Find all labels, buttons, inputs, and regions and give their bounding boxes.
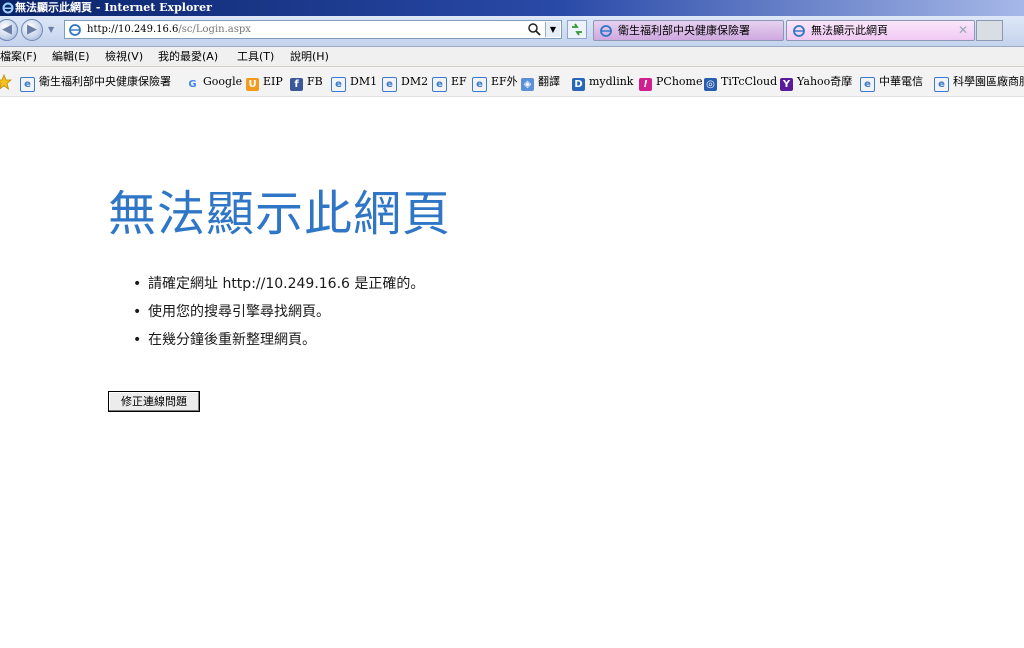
menu-favorites[interactable]: 我的最愛(A) bbox=[158, 47, 218, 66]
favorite-link[interactable]: e EF bbox=[432, 67, 467, 96]
close-icon[interactable]: ✕ bbox=[958, 21, 968, 40]
favorite-label: Google bbox=[203, 75, 243, 88]
favorite-link[interactable]: e DM2 bbox=[382, 67, 428, 96]
address-path: /sc/Login.aspx bbox=[178, 24, 251, 35]
favorite-link[interactable]: Y Yahoo奇摩 bbox=[780, 67, 852, 96]
ie-page-icon: e bbox=[472, 77, 487, 92]
refresh-arrows-icon bbox=[572, 23, 582, 36]
favorite-label: EF外 bbox=[491, 75, 518, 88]
favorites-bar: e 衛生福利部中央健康保險署 G Google U EIP f FB e DM1 e DM2… bbox=[0, 67, 1024, 97]
favorite-label: FB bbox=[307, 75, 323, 88]
eip-icon: U bbox=[246, 78, 259, 91]
favorite-link[interactable]: f FB bbox=[290, 67, 323, 96]
menu-bar: 檔案(F) 編輯(E) 檢視(V) 我的最愛(A) 工具(T) 說明(H) bbox=[0, 47, 1024, 67]
google-icon: G bbox=[188, 79, 197, 90]
tab-label: 衛生福利部中央健康保險署 bbox=[618, 24, 750, 37]
address-host: http://10.249.16.6 bbox=[87, 24, 179, 35]
favorite-label: PChome bbox=[656, 75, 703, 88]
menu-file[interactable]: 檔案(F) bbox=[0, 47, 37, 66]
menu-edit[interactable]: 編輯(E) bbox=[52, 47, 90, 66]
favorite-label: EF bbox=[451, 75, 467, 88]
tab-label: 無法顯示此網頁 bbox=[811, 24, 888, 37]
troubleshooting-tips: 請確定網址 http://10.249.16.6 是正確的。 使用您的搜尋引擎尋… bbox=[133, 270, 424, 354]
favorite-label: mydlink bbox=[589, 75, 634, 88]
recent-pages-dropdown-icon[interactable]: ▼ bbox=[48, 25, 54, 34]
chevron-down-icon: ▼ bbox=[549, 25, 557, 34]
dlink-icon: D bbox=[572, 78, 585, 91]
ie-page-icon bbox=[793, 25, 805, 37]
menu-view[interactable]: 檢視(V) bbox=[105, 47, 143, 66]
favorite-label: DM1 bbox=[350, 75, 378, 88]
favorites-star-icon[interactable] bbox=[0, 74, 12, 90]
favorite-link[interactable]: e EF外 bbox=[472, 67, 518, 96]
forward-button[interactable]: ▶ bbox=[21, 19, 43, 41]
menu-tools[interactable]: 工具(T) bbox=[237, 47, 274, 66]
forward-arrow-icon: ▶ bbox=[27, 22, 37, 37]
favorite-label: 衛生福利部中央健康保險署 bbox=[39, 75, 171, 88]
window-title-bar: 無法顯示此網頁 - Internet Explorer bbox=[0, 0, 1024, 16]
ie-page-icon: e bbox=[432, 77, 447, 92]
favorite-label: 中華電信 bbox=[879, 75, 923, 88]
address-bar[interactable]: http://10.249.16.6/sc/Login.aspx ▼ bbox=[64, 20, 562, 39]
tab-nhi[interactable]: 衛生福利部中央健康保險署 bbox=[593, 20, 784, 41]
back-button[interactable]: ◀ bbox=[0, 19, 18, 41]
ie-page-icon: e bbox=[20, 77, 35, 92]
favorite-link[interactable]: e DM1 bbox=[331, 67, 377, 96]
page-title: 無法顯示此網頁 bbox=[108, 186, 452, 242]
favorite-link[interactable]: U EIP bbox=[246, 67, 283, 96]
favorite-link[interactable]: ◈ 翻譯 bbox=[521, 67, 560, 96]
address-url[interactable]: http://10.249.16.6/sc/Login.aspx bbox=[87, 22, 251, 37]
favorite-link[interactable]: G Google bbox=[186, 67, 242, 96]
ie-page-icon bbox=[600, 25, 612, 37]
yahoo-icon: Y bbox=[780, 78, 793, 91]
favorite-link[interactable]: Dmydlink bbox=[572, 67, 633, 96]
window-title: 無法顯示此網頁 - Internet Explorer bbox=[15, 1, 212, 14]
ie-page-icon: e bbox=[934, 77, 949, 92]
tip-refresh: 在幾分鐘後重新整理網頁。 bbox=[133, 326, 424, 354]
search-icon[interactable] bbox=[527, 22, 541, 37]
pchome-icon: ! bbox=[639, 78, 652, 91]
tab-error-page[interactable]: 無法顯示此網頁 ✕ bbox=[786, 20, 975, 41]
ie-page-icon: e bbox=[331, 77, 346, 92]
new-tab-button[interactable] bbox=[976, 20, 1003, 41]
tip-use-search: 使用您的搜尋引擎尋找網頁。 bbox=[133, 298, 424, 326]
address-dropdown-button[interactable]: ▼ bbox=[545, 22, 560, 37]
tip-check-address: 請確定網址 http://10.249.16.6 是正確的。 bbox=[133, 270, 424, 298]
favorite-label: 科學園區廠商服 bbox=[953, 75, 1024, 88]
ie-page-icon bbox=[69, 24, 81, 36]
navigation-bar: ◀ ▶ ▼ http://10.249.16.6/sc/Login.aspx ▼… bbox=[0, 16, 1024, 47]
facebook-icon: f bbox=[290, 78, 303, 91]
cloud-icon: ◎ bbox=[704, 78, 717, 91]
ie-page-icon: e bbox=[860, 77, 875, 92]
back-arrow-icon: ◀ bbox=[2, 22, 12, 37]
favorite-link[interactable]: e 中華電信 bbox=[860, 67, 923, 96]
menu-help[interactable]: 說明(H) bbox=[290, 47, 329, 66]
favorite-label: Yahoo奇摩 bbox=[797, 75, 853, 88]
internet-explorer-icon bbox=[2, 2, 14, 14]
favorite-link[interactable]: ◎ TiTcCloud bbox=[704, 67, 777, 96]
fix-connection-button[interactable]: 修正連線問題 bbox=[108, 391, 200, 412]
favorite-label: TiTcCloud bbox=[721, 75, 778, 88]
favorite-link[interactable]: e 衛生福利部中央健康保險署 bbox=[20, 67, 171, 96]
favorite-link[interactable]: ! PChome bbox=[639, 67, 702, 96]
favorite-label: 翻譯 bbox=[538, 75, 560, 88]
translate-icon: ◈ bbox=[521, 78, 534, 91]
favorite-link[interactable]: e 科學園區廠商服 bbox=[934, 67, 1024, 96]
favorite-label: DM2 bbox=[401, 75, 429, 88]
favorite-label: EIP bbox=[263, 75, 283, 88]
ie-page-icon: e bbox=[382, 77, 397, 92]
refresh-button[interactable] bbox=[567, 20, 587, 39]
